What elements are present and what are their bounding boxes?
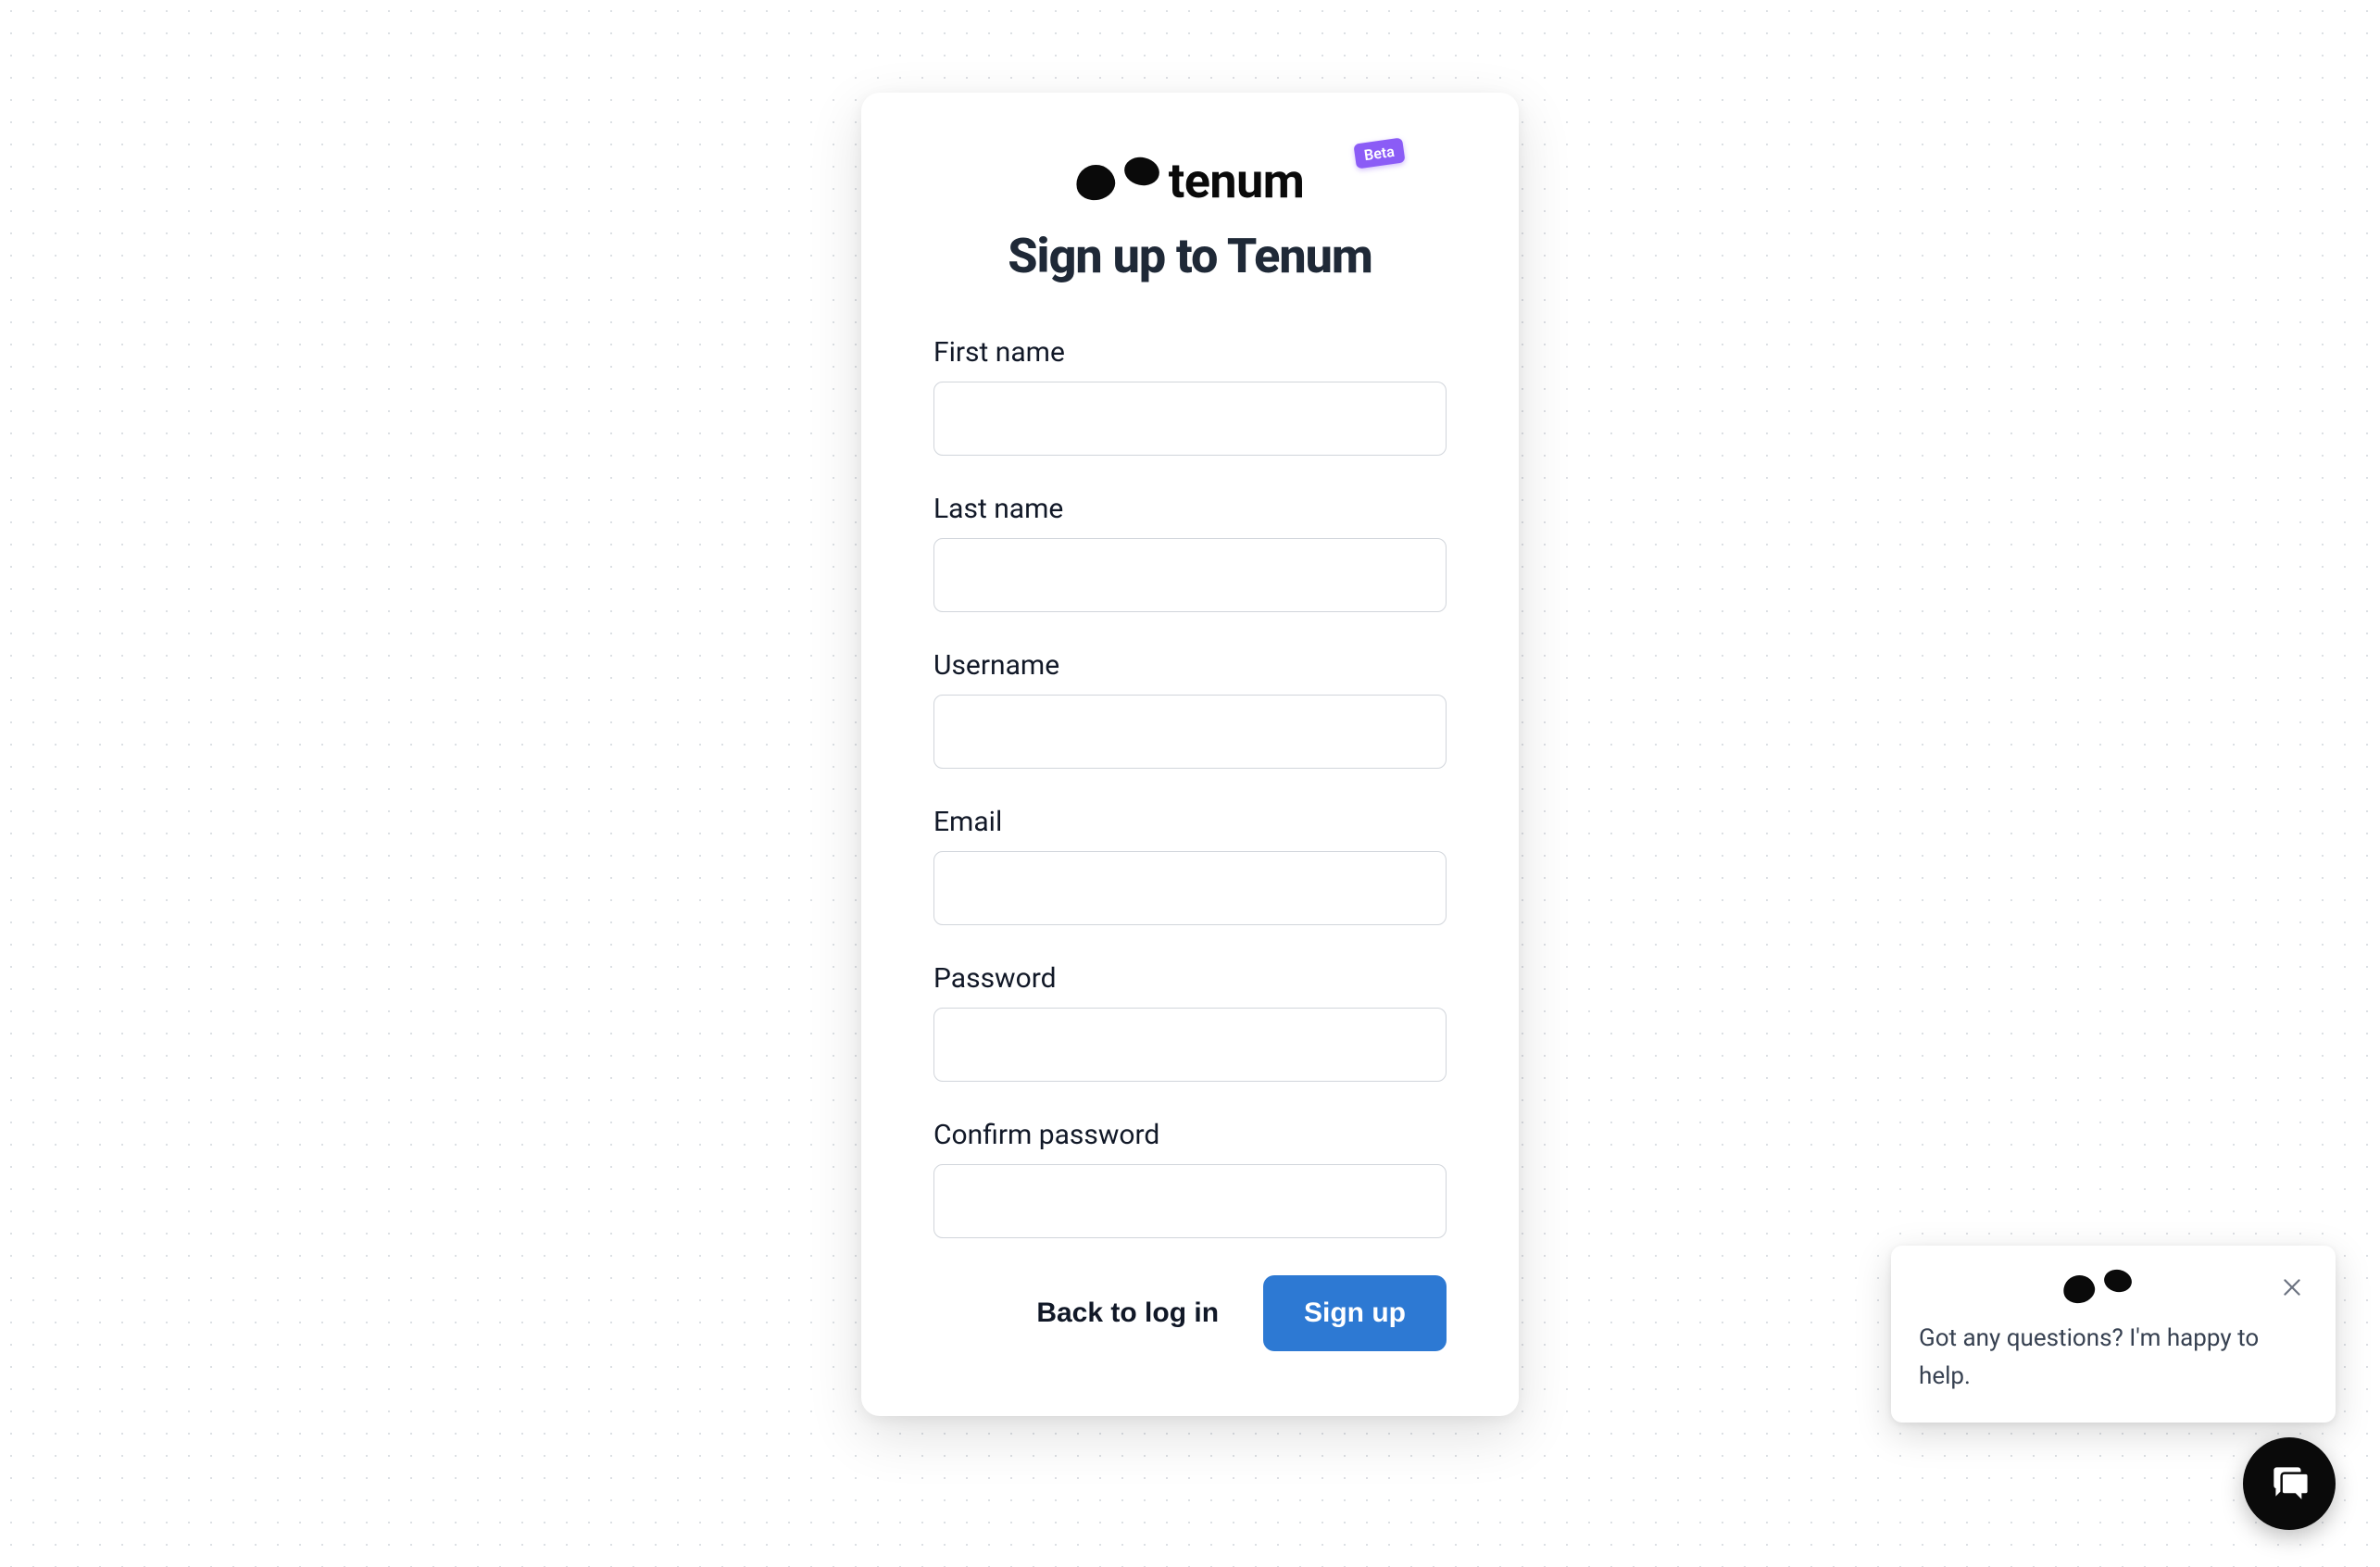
confirm-password-label: Confirm password bbox=[933, 1119, 1447, 1151]
username-field: Username bbox=[933, 649, 1447, 769]
back-to-login-button[interactable]: Back to log in bbox=[1016, 1281, 1239, 1346]
beta-badge: Beta bbox=[1354, 137, 1406, 169]
email-label: Email bbox=[933, 806, 1447, 838]
password-input[interactable] bbox=[933, 1008, 1447, 1082]
last-name-field: Last name bbox=[933, 493, 1447, 612]
signup-button[interactable]: Sign up bbox=[1263, 1275, 1447, 1351]
chat-popup-close-button[interactable] bbox=[2276, 1272, 2308, 1303]
brand-logo: tenum Beta bbox=[933, 157, 1447, 206]
chat-popup-message: Got any questions? I'm happy to help. bbox=[1919, 1320, 2308, 1395]
tenum-logo-icon bbox=[1076, 159, 1158, 204]
chat-popup-header bbox=[1919, 1272, 2308, 1305]
first-name-input[interactable] bbox=[933, 382, 1447, 456]
chat-bubble-icon bbox=[2266, 1460, 2312, 1509]
first-name-field: First name bbox=[933, 336, 1447, 456]
close-icon bbox=[2280, 1288, 2304, 1302]
first-name-label: First name bbox=[933, 336, 1447, 369]
username-input[interactable] bbox=[933, 695, 1447, 769]
chat-popup: Got any questions? I'm happy to help. bbox=[1891, 1246, 2336, 1423]
chat-avatar-icon bbox=[2063, 1272, 2132, 1305]
last-name-label: Last name bbox=[933, 493, 1447, 525]
password-field: Password bbox=[933, 962, 1447, 1082]
confirm-password-input[interactable] bbox=[933, 1164, 1447, 1238]
signup-card: tenum Beta Sign up to Tenum First name L… bbox=[861, 93, 1519, 1416]
brand-name: tenum bbox=[1169, 157, 1305, 206]
username-label: Username bbox=[933, 649, 1447, 682]
confirm-password-field: Confirm password bbox=[933, 1119, 1447, 1238]
card-title: Sign up to Tenum bbox=[933, 228, 1447, 284]
email-input[interactable] bbox=[933, 851, 1447, 925]
last-name-input[interactable] bbox=[933, 538, 1447, 612]
page: tenum Beta Sign up to Tenum First name L… bbox=[0, 0, 2380, 1567]
email-field: Email bbox=[933, 806, 1447, 925]
form-actions: Back to log in Sign up bbox=[933, 1275, 1447, 1351]
password-label: Password bbox=[933, 962, 1447, 995]
chat-launcher-button[interactable] bbox=[2243, 1437, 2336, 1530]
